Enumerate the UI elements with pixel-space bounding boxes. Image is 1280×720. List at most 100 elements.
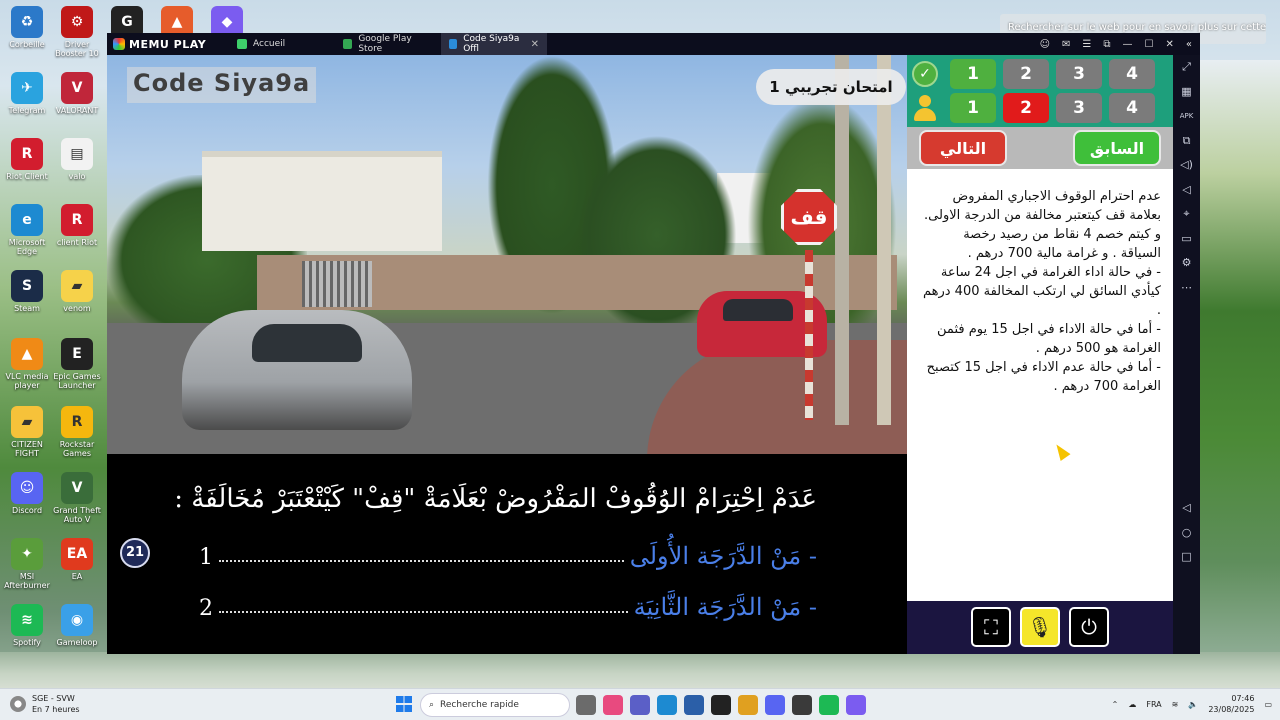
app-icon: ♻ xyxy=(11,6,43,38)
desktop-icon[interactable]: E Epic Games Launcher xyxy=(52,338,102,390)
network-icon[interactable]: ☁ xyxy=(1128,700,1136,709)
user-icon xyxy=(913,94,937,122)
explanation-paragraph: - أما في حالة عدم الاداء في اجل 15 كتصبح… xyxy=(926,360,1161,394)
taskbar-app-icon[interactable] xyxy=(603,695,623,715)
desktop-icon[interactable]: ☺ Discord xyxy=(2,472,52,515)
volume-icon[interactable]: 🔈 xyxy=(1188,700,1198,709)
taskbar-app-icon[interactable] xyxy=(657,695,677,715)
desktop-icon[interactable]: V VALORANT xyxy=(52,72,102,115)
answer-choice-3[interactable]: 3 xyxy=(1056,59,1102,89)
tab-icon xyxy=(237,39,247,49)
window-control-icon[interactable]: ✕ xyxy=(1165,39,1173,50)
sidebar-tool-icon[interactable]: ○ xyxy=(1182,521,1192,546)
taskbar-app-icon[interactable] xyxy=(684,695,704,715)
desktop-icon[interactable]: ✈ Telegram xyxy=(2,72,52,115)
weather-icon xyxy=(10,696,26,712)
window-control-icon[interactable]: ☺ xyxy=(1040,39,1050,50)
app-icon: V xyxy=(61,72,93,104)
system-tray: ⌃ ☁ FRA ≋ 🔈 07:46 23/08/2025 ▭ xyxy=(1112,693,1272,715)
desktop-icon[interactable]: ▰ venom xyxy=(52,270,102,313)
desktop-icon[interactable]: R Rockstar Games xyxy=(52,406,102,458)
answer-choice-2[interactable]: 2 xyxy=(1003,59,1049,89)
sidebar-tool-icon[interactable]: ▭ xyxy=(1181,227,1191,252)
window-control-icon[interactable]: ✉ xyxy=(1062,39,1070,50)
sidebar-tool-icon[interactable]: ▦ xyxy=(1181,80,1191,105)
window-control-icon[interactable]: — xyxy=(1123,39,1133,50)
window-control-icon[interactable]: ⧉ xyxy=(1103,39,1110,50)
previous-button[interactable]: السابق xyxy=(1073,130,1161,166)
desktop-icon[interactable]: R Riot Client xyxy=(2,138,52,181)
answer-choice-1[interactable]: 1 xyxy=(950,59,996,89)
desktop-icon[interactable]: ≋ Spotify xyxy=(2,604,52,647)
taskbar-app-icon[interactable] xyxy=(711,695,731,715)
tab-icon xyxy=(449,39,458,49)
sidebar-tool-icon[interactable]: ◁) xyxy=(1180,153,1193,178)
sidebar-tool-icon[interactable]: ⋯ xyxy=(1181,276,1192,301)
emulator-tab[interactable]: Accueil xyxy=(229,33,335,55)
option-dots xyxy=(219,611,628,613)
language-indicator[interactable]: FRA xyxy=(1146,700,1161,709)
window-control-icon[interactable]: ☰ xyxy=(1082,39,1091,50)
desktop-icon[interactable]: ✦ MSI Afterburner xyxy=(2,538,52,590)
clock-time: 07:46 xyxy=(1231,694,1255,703)
desktop-icon-label: Steam xyxy=(14,304,40,313)
taskbar-search[interactable]: ⌕ Recherche rapide xyxy=(420,693,570,717)
sidebar-tool-icon[interactable]: ⚙ xyxy=(1182,251,1192,276)
taskbar-app-icon[interactable] xyxy=(846,695,866,715)
desktop-icon-label: VLC media player xyxy=(5,372,49,390)
sidebar-tool-icon[interactable]: ⤢ xyxy=(1182,55,1191,80)
taskbar-app-icon[interactable] xyxy=(738,695,758,715)
sidebar-tool-icon[interactable]: APK xyxy=(1180,104,1194,129)
microphone-button[interactable]: 🎙 xyxy=(1020,607,1060,647)
answer-choice-1[interactable]: 1 xyxy=(950,93,996,123)
sidebar-tool-icon[interactable]: ⌖ xyxy=(1183,202,1189,227)
desktop-icon-label: Telegram xyxy=(8,106,46,115)
window-control-icon[interactable]: « xyxy=(1186,39,1192,50)
desktop-icon[interactable]: S Steam xyxy=(2,270,52,313)
power-button[interactable]: ⏻ xyxy=(1069,607,1109,647)
desktop-icon[interactable]: ▰ CITIZEN FIGHT xyxy=(2,406,52,458)
answer-choice-4[interactable]: 4 xyxy=(1109,93,1155,123)
desktop-icon[interactable]: Rclient Riot xyxy=(52,204,102,247)
desktop-icon[interactable]: e Microsoft Edge xyxy=(2,204,52,256)
desktop-icon-label: Corbeille xyxy=(9,40,45,49)
notification-icon[interactable]: ▭ xyxy=(1264,700,1272,709)
desktop-icon[interactable]: V Grand Theft Auto V xyxy=(52,472,102,524)
desktop-icon[interactable]: EA EA xyxy=(52,538,102,581)
taskbar-app-icon[interactable] xyxy=(630,695,650,715)
sidebar-tool-icon[interactable]: ⧉ xyxy=(1183,129,1191,154)
sidebar-tool-icon[interactable]: ◁ xyxy=(1182,178,1190,203)
app-icon: ▰ xyxy=(11,406,43,438)
chevron-up-icon[interactable]: ⌃ xyxy=(1112,700,1119,709)
sidebar-tool-icon[interactable]: □ xyxy=(1181,545,1191,570)
explanation-text: عدم احترام الوقوف الاجباري المفروض بعلام… xyxy=(921,187,1161,396)
tab-close-icon[interactable]: ✕ xyxy=(531,39,539,50)
weather-widget[interactable]: SGE - SVW En 7 heures xyxy=(10,693,80,715)
emulator-tab[interactable]: Google Play Store xyxy=(335,33,441,55)
app-icon: E xyxy=(61,338,93,370)
taskbar-app-icon[interactable] xyxy=(792,695,812,715)
desktop-icon[interactable]: ▲ VLC media player xyxy=(2,338,52,390)
app-icon: R xyxy=(61,406,93,438)
taskbar-app-icon[interactable] xyxy=(765,695,785,715)
next-button[interactable]: التالي xyxy=(919,130,1007,166)
emulator-tab[interactable]: Code Siya9a Offl ✕ xyxy=(441,33,547,55)
scene-silver-car xyxy=(182,310,412,430)
wifi-icon[interactable]: ≋ xyxy=(1172,700,1179,709)
answer-choice-2[interactable]: 2 xyxy=(1003,93,1049,123)
desktop-icon[interactable]: ⚙ Driver Booster 10 xyxy=(52,6,102,58)
taskbar-app-icon[interactable] xyxy=(576,695,596,715)
clock[interactable]: 07:46 23/08/2025 xyxy=(1208,693,1254,715)
taskbar-app-icon[interactable] xyxy=(819,695,839,715)
tab-label: Accueil xyxy=(253,39,286,49)
answer-choice-3[interactable]: 3 xyxy=(1056,93,1102,123)
desktop-icon[interactable]: ◉ Gameloop xyxy=(52,604,102,647)
sidebar-tool-icon[interactable]: ◁ xyxy=(1182,496,1190,521)
window-control-icon[interactable]: ☐ xyxy=(1145,39,1154,50)
screenshot-button[interactable]: ⛶ xyxy=(971,607,1011,647)
answer-choice-4[interactable]: 4 xyxy=(1109,59,1155,89)
start-button[interactable] xyxy=(396,696,412,712)
desktop-icon[interactable]: ♻ Corbeille xyxy=(2,6,52,49)
desktop-icon[interactable]: ▤ valo xyxy=(52,138,102,181)
app-icon: ☺ xyxy=(11,472,43,504)
